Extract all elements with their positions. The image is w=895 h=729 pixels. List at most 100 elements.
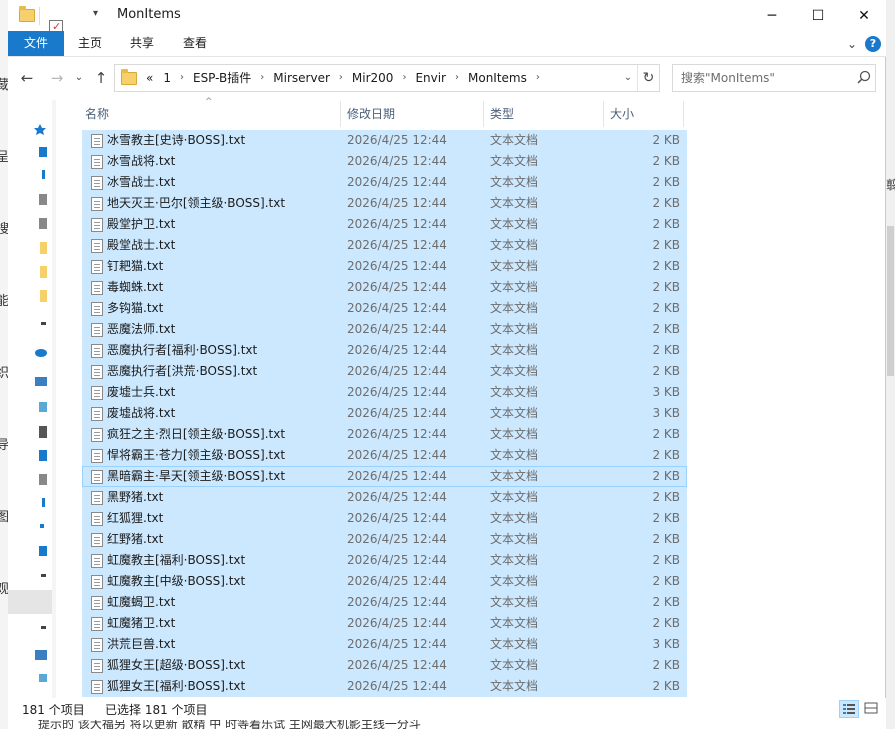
column-size[interactable]: 大小 — [604, 101, 684, 127]
file-size: 2 KB — [652, 217, 680, 231]
file-row[interactable]: 恶魔执行者[洪荒·BOSS].txt 2026/4/25 12:44 文本文档 2 K… — [82, 361, 687, 382]
file-type: 文本文档 — [490, 574, 539, 588]
file-row[interactable]: 疯狂之主·烈日[领主级·BOSS].txt 2026/4/25 12:44 文本文档… — [82, 424, 687, 445]
file-size: 2 KB — [652, 658, 680, 672]
window-title: MonItems — [117, 7, 181, 22]
file-type: 文本文档 — [490, 385, 539, 399]
column-name[interactable]: 名称 — [79, 101, 341, 127]
help-icon[interactable]: ? — [865, 36, 881, 52]
forward-button[interactable]: → — [46, 68, 68, 88]
column-date-modified[interactable]: 修改日期 — [341, 101, 484, 127]
file-row[interactable]: 虹魔蝎卫.txt 2026/4/25 12:44 文本文档 2 KB — [82, 592, 687, 613]
file-date-modified: 2026/4/25 12:44 — [347, 490, 447, 504]
breadcrumb-1[interactable]: 1 — [160, 65, 174, 91]
file-row[interactable]: 钉耙猫.txt 2026/4/25 12:44 文本文档 2 KB — [82, 256, 687, 277]
tab-home[interactable]: 主页 — [64, 31, 116, 56]
file-row[interactable]: 黑野猪.txt 2026/4/25 12:44 文本文档 2 KB — [82, 487, 687, 508]
search-icon[interactable] — [855, 69, 873, 87]
text-file-icon — [91, 302, 103, 316]
file-row[interactable]: 毒蜘蛛.txt 2026/4/25 12:44 文本文档 2 KB — [82, 277, 687, 298]
file-date-modified: 2026/4/25 12:44 — [347, 637, 447, 651]
file-date-modified: 2026/4/25 12:44 — [347, 259, 447, 273]
downloads-icon — [42, 498, 45, 507]
column-type[interactable]: 类型 — [484, 101, 604, 127]
file-name: 地天灭王·巴尔[领主级·BOSS].txt — [107, 196, 286, 210]
recent-locations-button[interactable]: ⌄ — [68, 68, 90, 88]
expand-ribbon-icon[interactable]: ⌄ — [844, 36, 860, 52]
nav-item-selected[interactable] — [8, 590, 56, 614]
file-row[interactable]: 红野猪.txt 2026/4/25 12:44 文本文档 2 KB — [82, 529, 687, 550]
file-name: 红狐狸.txt — [107, 511, 164, 525]
search-box[interactable] — [672, 64, 876, 92]
file-row[interactable]: 狐狸女王[福利·BOSS].txt 2026/4/25 12:44 文本文档 2 KB — [82, 676, 687, 697]
file-name: 恶魔法师.txt — [107, 322, 176, 336]
file-date-modified: 2026/4/25 12:44 — [347, 385, 447, 399]
up-button[interactable]: ↑ — [90, 68, 112, 88]
tab-share[interactable]: 共享 — [116, 31, 168, 56]
file-type: 文本文档 — [490, 301, 539, 315]
text-file-icon — [91, 386, 103, 400]
address-history-dropdown[interactable]: ⌄ — [619, 65, 637, 91]
pictures-icon — [39, 450, 47, 461]
large-icons-view-button[interactable] — [862, 700, 882, 718]
file-row[interactable]: 悍将霸王·苍力[领主级·BOSS].txt 2026/4/25 12:44 文本文档… — [82, 445, 687, 466]
breadcrumb-monitems[interactable]: MonItems — [465, 65, 530, 91]
file-row[interactable]: 红狐狸.txt 2026/4/25 12:44 文本文档 2 KB — [82, 508, 687, 529]
chevron-right-icon[interactable]: › — [333, 65, 349, 91]
selected-count: 已选择 181 个项目 — [105, 703, 208, 717]
file-row[interactable]: 多钩猫.txt 2026/4/25 12:44 文本文档 2 KB — [82, 298, 687, 319]
address-bar[interactable]: « 1 › ESP-B插件 › Mirserver › Mir200 › Env… — [114, 64, 660, 92]
file-row[interactable]: 虹魔教主[中级·BOSS].txt 2026/4/25 12:44 文本文档 2 KB — [82, 571, 687, 592]
file-row[interactable]: 冰雪战将.txt 2026/4/25 12:44 文本文档 2 KB — [82, 151, 687, 172]
back-button[interactable]: ← — [16, 68, 38, 88]
breadcrumb-mir200[interactable]: Mir200 — [349, 65, 397, 91]
file-name: 悍将霸王·苍力[领主级·BOSS].txt — [107, 448, 286, 462]
chevron-right-icon[interactable]: › — [254, 65, 270, 91]
file-type: 文本文档 — [490, 427, 539, 441]
file-row[interactable]: 殿堂战士.txt 2026/4/25 12:44 文本文档 2 KB — [82, 235, 687, 256]
file-row[interactable]: 恶魔执行者[福利·BOSS].txt 2026/4/25 12:44 文本文档 2 K… — [82, 340, 687, 361]
breadcrumb-overflow[interactable]: « — [143, 65, 156, 91]
chevron-right-icon[interactable]: › — [174, 65, 190, 91]
file-type: 文本文档 — [490, 637, 539, 651]
file-row[interactable]: 洪荒巨兽.txt 2026/4/25 12:44 文本文档 3 KB — [82, 634, 687, 655]
minimize-button[interactable]: ─ — [749, 0, 795, 31]
customize-toolbar-icon[interactable]: ▾ — [93, 8, 98, 26]
file-row[interactable]: 废墟士兵.txt 2026/4/25 12:44 文本文档 3 KB — [82, 382, 687, 403]
file-name: 狐狸女王[福利·BOSS].txt — [107, 679, 246, 693]
refresh-button[interactable]: ↻ — [637, 65, 659, 91]
file-row[interactable]: 冰雪战士.txt 2026/4/25 12:44 文本文档 2 KB — [82, 172, 687, 193]
breadcrumb-envir[interactable]: Envir — [412, 65, 449, 91]
search-input[interactable] — [681, 69, 851, 87]
file-date-modified: 2026/4/25 12:44 — [347, 553, 447, 567]
file-row[interactable]: 虹魔猪卫.txt 2026/4/25 12:44 文本文档 2 KB — [82, 613, 687, 634]
drive-icon — [41, 322, 46, 325]
file-date-modified: 2026/4/25 12:44 — [347, 133, 447, 147]
tab-file[interactable]: 文件 — [8, 31, 64, 56]
file-row[interactable]: 虹魔教主[福利·BOSS].txt 2026/4/25 12:44 文本文档 2 KB — [82, 550, 687, 571]
file-date-modified: 2026/4/25 12:44 — [347, 532, 447, 546]
chevron-right-icon[interactable]: › — [530, 65, 546, 91]
close-button[interactable]: ✕ — [841, 0, 887, 31]
file-row[interactable]: 殿堂护卫.txt 2026/4/25 12:44 文本文档 2 KB — [82, 214, 687, 235]
file-row[interactable]: 狐狸女王[超级·BOSS].txt 2026/4/25 12:44 文本文档 2 KB — [82, 655, 687, 676]
chevron-right-icon[interactable]: › — [449, 65, 465, 91]
file-row[interactable]: 废墟战将.txt 2026/4/25 12:44 文本文档 3 KB — [82, 403, 687, 424]
file-row[interactable]: 冰雪教主[史诗·BOSS].txt 2026/4/25 12:44 文本文档 2 KB — [82, 130, 687, 151]
file-date-modified: 2026/4/25 12:44 — [347, 364, 447, 378]
file-row[interactable]: 地天灭王·巴尔[领主级·BOSS].txt 2026/4/25 12:44 文本文档… — [82, 193, 687, 214]
breadcrumb-esp-b[interactable]: ESP-B插件 — [190, 65, 254, 91]
tab-view[interactable]: 查看 — [169, 31, 221, 56]
file-size: 2 KB — [652, 469, 680, 483]
file-name: 恶魔执行者[福利·BOSS].txt — [107, 343, 258, 357]
file-name: 恶魔执行者[洪荒·BOSS].txt — [107, 364, 258, 378]
details-view-button[interactable] — [839, 700, 859, 718]
breadcrumb-mirserver[interactable]: Mirserver — [270, 65, 333, 91]
file-row[interactable]: 黑暗霸主·旱天[领主级·BOSS].txt 2026/4/25 12:44 文本文档… — [82, 466, 687, 487]
maximize-button[interactable]: ☐ — [795, 0, 841, 31]
chevron-right-icon[interactable]: › — [396, 65, 412, 91]
navigation-pane-scrollbar[interactable] — [52, 100, 56, 698]
file-row[interactable]: 恶魔法师.txt 2026/4/25 12:44 文本文档 2 KB — [82, 319, 687, 340]
file-type: 文本文档 — [490, 406, 539, 420]
file-size: 2 KB — [652, 322, 680, 336]
